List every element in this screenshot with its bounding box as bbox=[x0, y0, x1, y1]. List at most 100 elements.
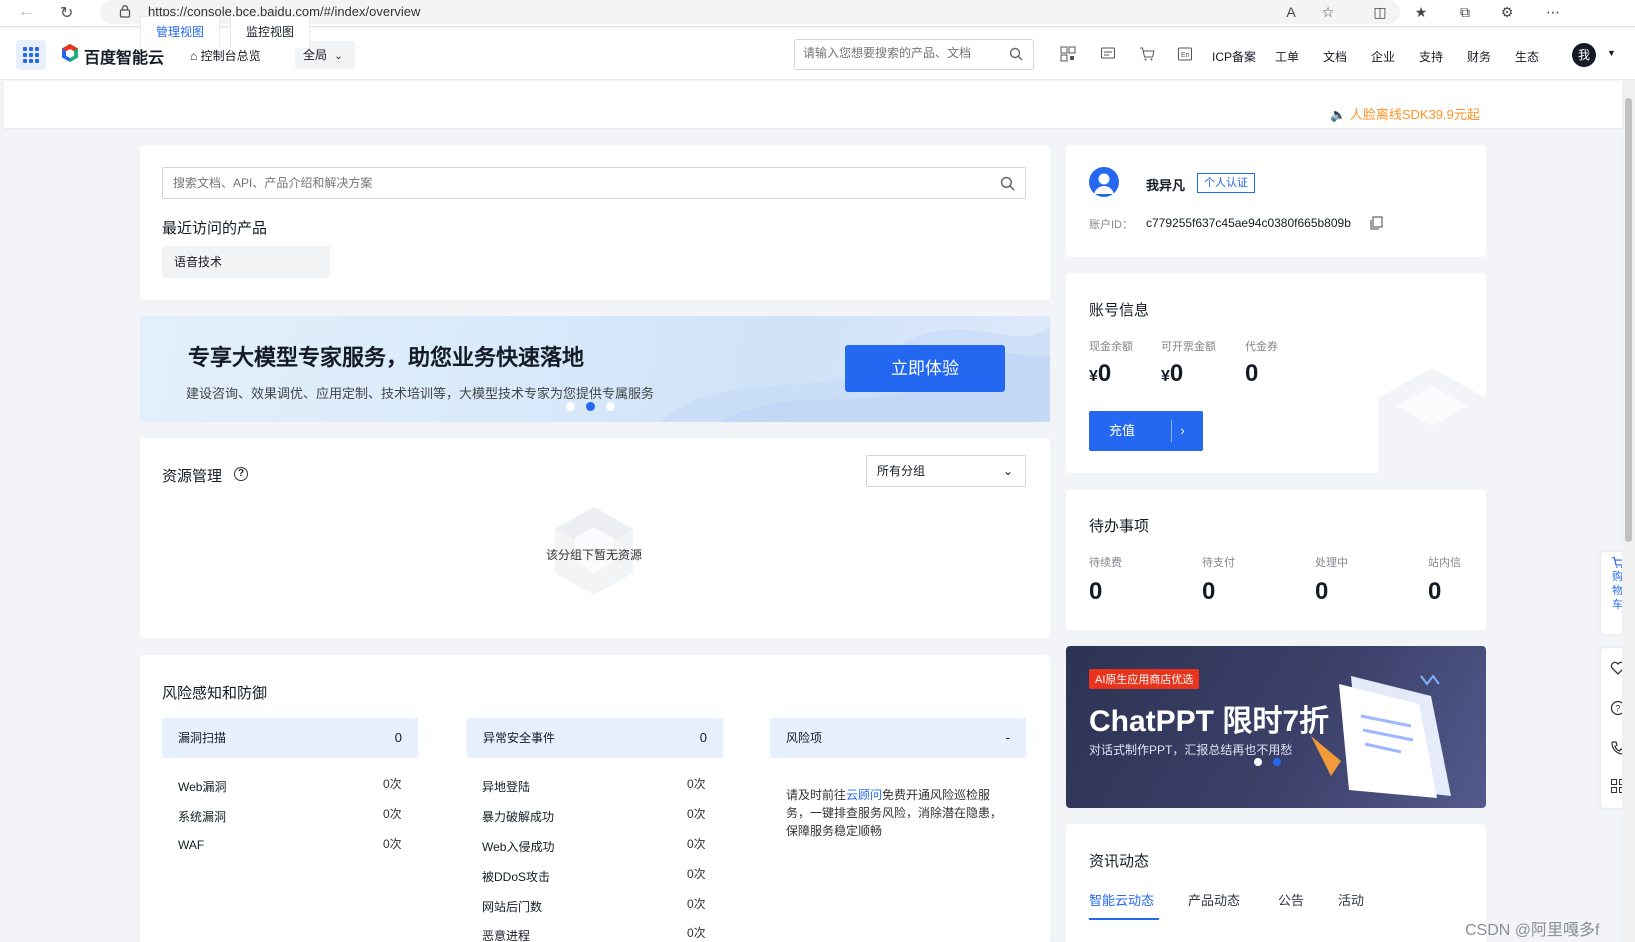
security-event-label: 异常安全事件 bbox=[483, 731, 556, 745]
caret-down-icon[interactable]: ▼ bbox=[1607, 48, 1616, 58]
svg-text:En: En bbox=[1181, 52, 1190, 59]
carousel-dot[interactable] bbox=[606, 402, 615, 411]
nav-link-enterprise[interactable]: 企业 bbox=[1371, 48, 1395, 65]
tab-management-view[interactable]: 管理视图 bbox=[140, 16, 220, 48]
tab-monitor-view[interactable]: 监控视图 bbox=[230, 16, 310, 48]
global-search-input[interactable] bbox=[803, 46, 1003, 60]
recharge-label: 充值 bbox=[1109, 423, 1136, 438]
group-select[interactable]: 所有分组 ⌄ bbox=[866, 455, 1026, 487]
carousel-dot[interactable] bbox=[566, 402, 575, 411]
invoice-amount-value: ¥0 bbox=[1161, 360, 1183, 388]
extensions-icon[interactable]: ⚙ bbox=[1499, 4, 1515, 20]
cloud-logo-icon bbox=[62, 44, 78, 62]
carousel-dot-active[interactable] bbox=[1273, 758, 1281, 766]
recent-product-chip[interactable]: 语音技术 bbox=[162, 246, 330, 278]
home-label: 控制台总览 bbox=[200, 49, 261, 63]
currency-symbol: ¥ bbox=[1089, 368, 1098, 385]
cash-balance-label: 现金余额 bbox=[1089, 341, 1133, 353]
risk-row-value: 0次 bbox=[687, 777, 706, 791]
nav-link-support[interactable]: 支持 bbox=[1419, 48, 1443, 65]
todo-inbox-count[interactable]: 0 bbox=[1428, 578, 1441, 606]
nav-link-icp[interactable]: ICP备案 bbox=[1212, 48, 1256, 65]
doc-search[interactable] bbox=[162, 167, 1026, 199]
vuln-scan-header[interactable]: 漏洞扫描 0 bbox=[162, 718, 418, 758]
favorite-star-icon[interactable]: ☆ bbox=[1320, 4, 1336, 20]
recent-products-title: 最近访问的产品 bbox=[162, 220, 268, 237]
risk-row-label: 暴力破解成功 bbox=[482, 810, 555, 824]
carousel-dot-active[interactable] bbox=[586, 402, 595, 411]
risk-row-value: 0次 bbox=[383, 807, 402, 821]
risk-row-label: 被DDoS攻击 bbox=[482, 870, 551, 884]
todo-processing-count[interactable]: 0 bbox=[1315, 578, 1328, 606]
cloud-advisor-link[interactable]: 云顾问 bbox=[846, 788, 882, 802]
risk-row-label: WAF bbox=[178, 838, 205, 852]
app-grid-button[interactable] bbox=[16, 40, 46, 70]
nav-link-finance[interactable]: 财务 bbox=[1467, 48, 1491, 65]
tab-cloud-news[interactable]: 智能云动态 bbox=[1089, 890, 1154, 909]
promo-banner[interactable]: 专享大模型专家服务，助您业务快速落地 建设咨询、效果调优、应用定制、技术培训等，… bbox=[140, 316, 1050, 422]
group-select-value: 所有分组 bbox=[877, 464, 926, 478]
tab-product-news[interactable]: 产品动态 bbox=[1188, 890, 1240, 909]
split-screen-icon[interactable]: ◫ bbox=[1372, 4, 1388, 20]
tab-announcements[interactable]: 公告 bbox=[1278, 890, 1304, 909]
cash-balance-amount: 0 bbox=[1097, 360, 1112, 387]
risk-item-label: 风险项 bbox=[786, 731, 823, 745]
try-now-button[interactable]: 立即体验 bbox=[845, 345, 1005, 392]
back-icon[interactable]: ← bbox=[18, 3, 34, 21]
global-search[interactable] bbox=[794, 39, 1034, 70]
help-icon[interactable]: ? bbox=[234, 467, 248, 481]
risk-row-value: 0次 bbox=[383, 837, 402, 851]
voucher-label: 代金券 bbox=[1245, 341, 1278, 353]
scrollbar-thumb[interactable] bbox=[1625, 98, 1632, 542]
doc-search-input[interactable] bbox=[173, 176, 973, 190]
user-avatar[interactable]: 我 bbox=[1572, 43, 1596, 67]
collections-icon[interactable]: ⧉ bbox=[1457, 4, 1473, 20]
empty-resources-text: 该分组下暂无资源 bbox=[546, 548, 643, 562]
copy-icon[interactable] bbox=[1369, 216, 1383, 230]
cart-icon[interactable] bbox=[1139, 46, 1155, 62]
nav-link-docs[interactable]: 文档 bbox=[1323, 48, 1347, 65]
todo-renew-count[interactable]: 0 bbox=[1089, 578, 1102, 606]
nav-link-ecosystem[interactable]: 生态 bbox=[1515, 48, 1539, 65]
read-aloud-icon[interactable]: A bbox=[1283, 4, 1299, 20]
user-profile-icon[interactable] bbox=[1089, 167, 1119, 197]
vuln-scan-count: 0 bbox=[394, 730, 402, 745]
more-menu-icon[interactable]: ⋯ bbox=[1545, 4, 1561, 20]
qrcode-icon[interactable] bbox=[1060, 46, 1076, 62]
risk-note-prefix: 请及时前往 bbox=[786, 788, 847, 802]
risk-row-label: 异地登陆 bbox=[482, 780, 531, 794]
risk-row-value: 0次 bbox=[687, 807, 706, 821]
security-event-header[interactable]: 异常安全事件 0 bbox=[467, 718, 723, 758]
verification-badge[interactable]: 个人认证 bbox=[1197, 173, 1255, 193]
risk-row-label: Web漏洞 bbox=[178, 780, 227, 794]
cash-balance-value: ¥0 bbox=[1089, 360, 1111, 388]
risk-row-label: 恶意进程 bbox=[482, 929, 531, 942]
recharge-button[interactable]: 充值 › bbox=[1089, 411, 1203, 451]
risk-title: 风险感知和防御 bbox=[162, 685, 268, 702]
search-icon[interactable] bbox=[1009, 47, 1023, 61]
invoice-amount-label: 可开票金额 bbox=[1161, 341, 1216, 353]
promo-text: 人脸离线SDK39.9元起 bbox=[1349, 107, 1480, 122]
carousel-dot[interactable] bbox=[1254, 758, 1262, 766]
invoice-amount: 0 bbox=[1169, 360, 1184, 387]
chevron-right-icon: › bbox=[1171, 420, 1193, 442]
console-home-link[interactable]: ⌂ 控制台总览 bbox=[190, 47, 261, 64]
active-tab-underline bbox=[1089, 918, 1159, 920]
risk-item-header[interactable]: 风险项 - bbox=[770, 718, 1026, 758]
resource-title: 资源管理 bbox=[162, 468, 223, 485]
todo-title: 待办事项 bbox=[1089, 518, 1150, 535]
search-icon[interactable] bbox=[1000, 176, 1015, 191]
message-icon[interactable] bbox=[1100, 46, 1116, 62]
todo-card bbox=[1066, 490, 1486, 630]
promo-link[interactable]: 🔈 人脸离线SDK39.9元起 bbox=[1330, 104, 1480, 123]
speaker-icon: 🔈 bbox=[1330, 107, 1347, 122]
enterprise-badge-icon[interactable]: En bbox=[1177, 46, 1193, 62]
reload-icon[interactable]: ↻ bbox=[60, 3, 73, 23]
nav-link-ticket[interactable]: 工单 bbox=[1275, 48, 1299, 65]
todo-pay-count[interactable]: 0 bbox=[1202, 578, 1215, 606]
favorites-icon[interactable]: ★ bbox=[1413, 4, 1429, 20]
tab-events[interactable]: 活动 bbox=[1338, 890, 1364, 909]
user-name: 我异凡 bbox=[1146, 178, 1186, 193]
source-watermark: CSDN @阿里嘎多f bbox=[1465, 922, 1600, 939]
risk-row-value: 0次 bbox=[687, 867, 706, 881]
